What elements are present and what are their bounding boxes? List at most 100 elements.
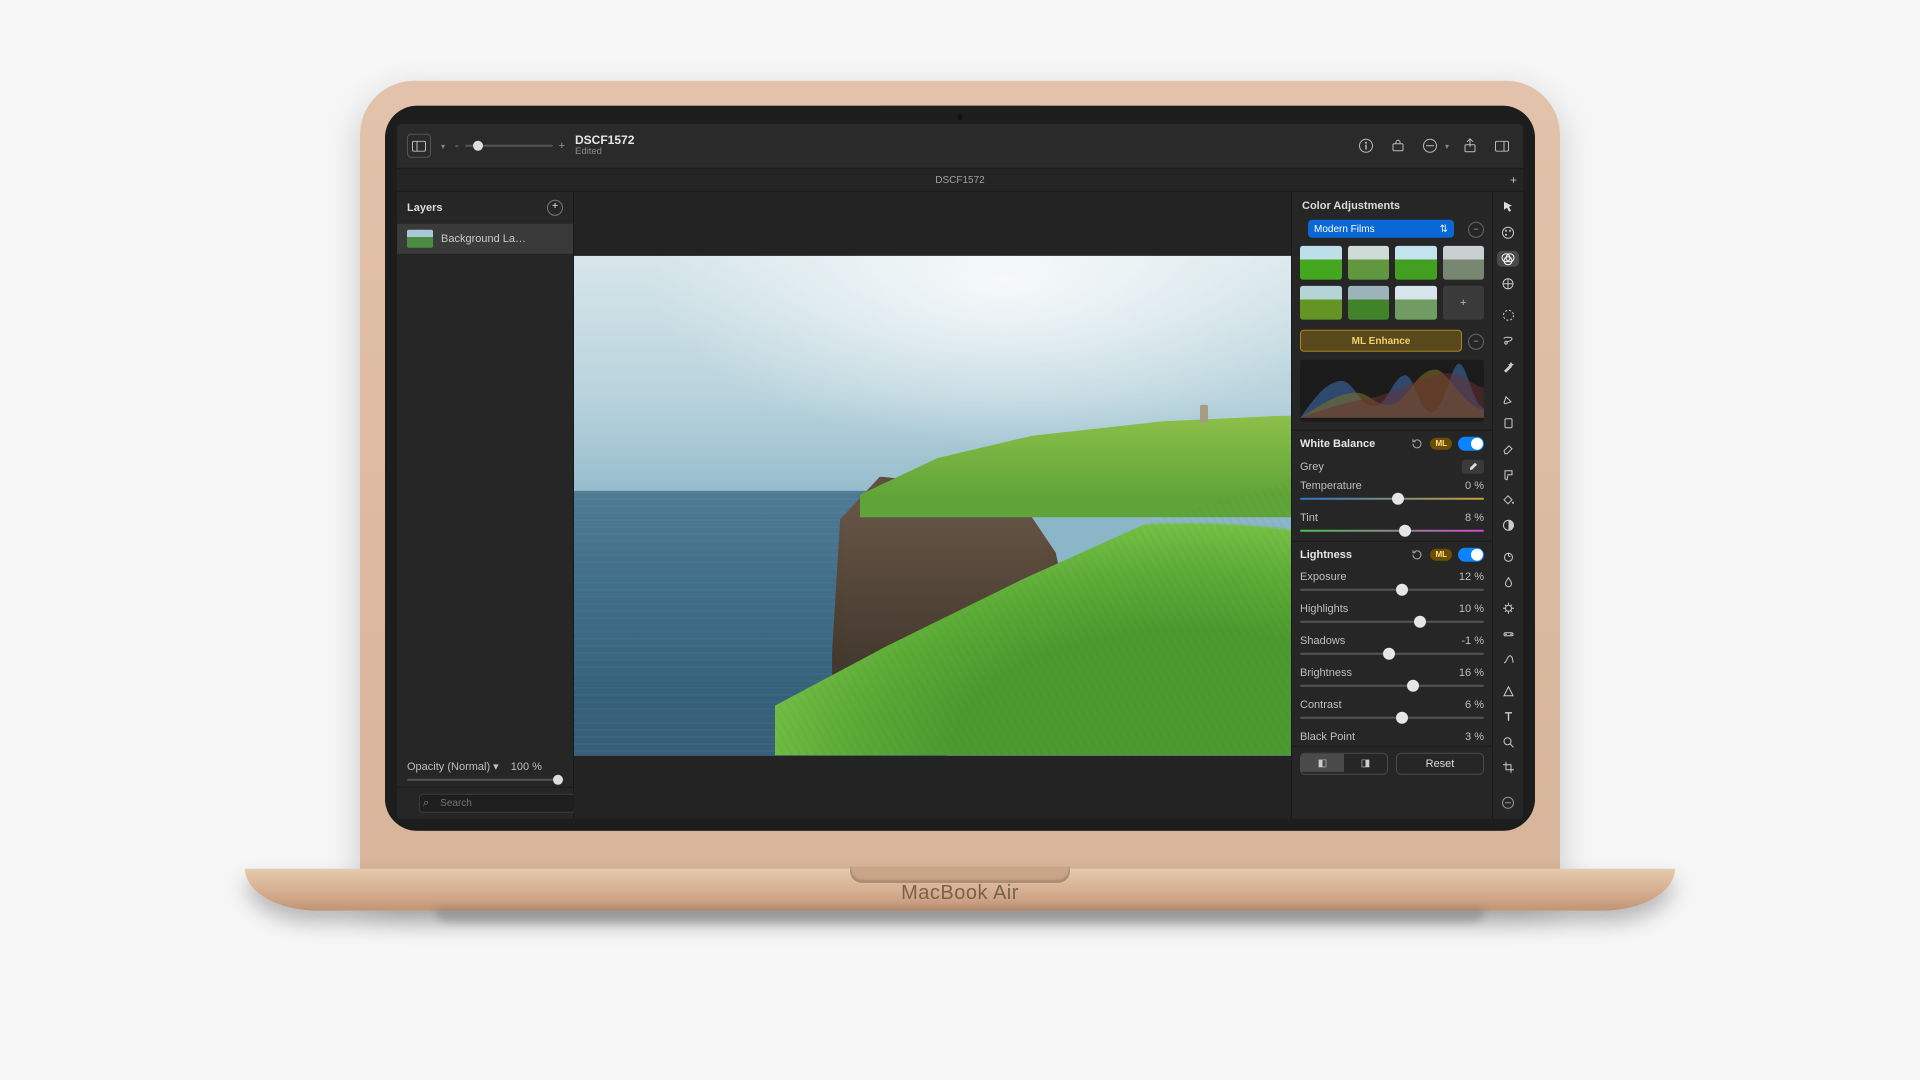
ml-chip[interactable]: ML bbox=[1430, 549, 1452, 561]
opacity-control[interactable]: Opacity (Normal) ▾ 100 % bbox=[397, 754, 573, 779]
replace-image-button[interactable] bbox=[1387, 135, 1409, 157]
smudge-tool[interactable] bbox=[1497, 575, 1519, 591]
laptop-base: MacBook Air bbox=[245, 869, 1675, 911]
zoom-out-label: - bbox=[455, 140, 459, 152]
style-tool[interactable] bbox=[1497, 225, 1519, 241]
add-layer-button[interactable]: + bbox=[547, 200, 563, 216]
preset-add-button[interactable]: + bbox=[1443, 286, 1485, 320]
eyedropper-button[interactable] bbox=[1462, 460, 1484, 474]
layer-search-input[interactable] bbox=[419, 794, 579, 813]
ml-enhance-button[interactable]: ML Enhance bbox=[1300, 330, 1462, 352]
paint-tool[interactable] bbox=[1497, 467, 1519, 483]
tint-label: Tint bbox=[1300, 512, 1318, 524]
zoom-slider[interactable]: - + bbox=[455, 140, 565, 152]
compare-before[interactable]: ◧ bbox=[1301, 754, 1344, 772]
preset-thumb[interactable] bbox=[1443, 246, 1485, 280]
slider-knob[interactable] bbox=[1392, 493, 1404, 505]
white-balance-toggle[interactable] bbox=[1458, 437, 1484, 451]
blackpoint-label: Black Point bbox=[1300, 731, 1355, 743]
inspector-toggle-button[interactable] bbox=[1491, 135, 1513, 157]
arrow-tool[interactable] bbox=[1497, 200, 1519, 216]
pen-tool[interactable] bbox=[1497, 390, 1519, 406]
reset-icon[interactable] bbox=[1410, 437, 1424, 451]
effects-button[interactable] bbox=[1419, 135, 1441, 157]
preset-thumb[interactable] bbox=[1395, 286, 1437, 320]
layer-row-background[interactable]: Background La… bbox=[397, 224, 573, 254]
slider-knob[interactable] bbox=[1396, 712, 1408, 724]
document-image[interactable] bbox=[574, 255, 1291, 755]
inspector-panel: Color Adjustments Modern Films ⇅ − bbox=[1291, 192, 1492, 819]
histogram bbox=[1300, 360, 1484, 422]
info-button[interactable] bbox=[1355, 135, 1377, 157]
exposure-value: 12 % bbox=[1459, 571, 1484, 583]
split-compare-segment[interactable]: ◧ ◨ bbox=[1300, 753, 1388, 775]
tab-label[interactable]: DSCF1572 bbox=[935, 174, 984, 185]
effects-tool[interactable] bbox=[1497, 276, 1519, 292]
shadows-slider[interactable] bbox=[1300, 650, 1484, 658]
add-tab-button[interactable]: + bbox=[1510, 173, 1517, 187]
canvas[interactable] bbox=[574, 192, 1291, 819]
preset-thumb[interactable] bbox=[1395, 246, 1437, 280]
gradient-tool[interactable] bbox=[1497, 518, 1519, 534]
preset-thumb[interactable] bbox=[1300, 246, 1342, 280]
slider-knob[interactable] bbox=[1407, 680, 1419, 692]
brightness-label: Brightness bbox=[1300, 667, 1352, 679]
highlights-slider[interactable] bbox=[1300, 618, 1484, 626]
opacity-slider[interactable] bbox=[397, 779, 573, 787]
stage: ▾ - + DSCF1572 Edited bbox=[0, 0, 1920, 1080]
tint-slider[interactable] bbox=[1300, 527, 1484, 535]
fill-tool[interactable] bbox=[1497, 492, 1519, 508]
hide-ribbon-button[interactable] bbox=[1497, 795, 1519, 811]
slider-knob[interactable] bbox=[1383, 648, 1395, 660]
exposure-slider[interactable] bbox=[1300, 586, 1484, 594]
temperature-slider[interactable] bbox=[1300, 495, 1484, 503]
section-title: White Balance bbox=[1300, 438, 1375, 450]
highlights-label: Highlights bbox=[1300, 603, 1348, 615]
preset-thumb[interactable] bbox=[1300, 286, 1342, 320]
lightness-header: Lightness ML bbox=[1292, 541, 1492, 568]
magic-wand-tool[interactable] bbox=[1497, 359, 1519, 375]
tool-ribbon bbox=[1492, 192, 1523, 819]
share-button[interactable] bbox=[1459, 135, 1481, 157]
type-tool[interactable] bbox=[1497, 709, 1519, 725]
repair-tool[interactable] bbox=[1497, 626, 1519, 642]
preset-remove-button[interactable]: − bbox=[1468, 222, 1484, 238]
brush-tool[interactable] bbox=[1497, 416, 1519, 432]
contrast-slider[interactable] bbox=[1300, 714, 1484, 722]
preset-dropdown[interactable]: Modern Films ⇅ bbox=[1308, 220, 1454, 238]
ml-remove-button[interactable]: − bbox=[1468, 334, 1484, 350]
reset-icon[interactable] bbox=[1410, 548, 1424, 562]
shadows-label: Shadows bbox=[1300, 635, 1345, 647]
sharpen-tool[interactable] bbox=[1497, 601, 1519, 617]
lightness-toggle[interactable] bbox=[1458, 548, 1484, 562]
eraser-tool[interactable] bbox=[1497, 441, 1519, 457]
layer-search-row: ⌕ ⋯ bbox=[397, 787, 573, 819]
shadows-value: -1 % bbox=[1461, 635, 1484, 647]
marquee-tool[interactable] bbox=[1497, 308, 1519, 324]
zoom-track[interactable] bbox=[465, 145, 553, 147]
ml-chip[interactable]: ML bbox=[1430, 438, 1452, 450]
crop-tool[interactable] bbox=[1497, 760, 1519, 776]
slider-knob[interactable] bbox=[1396, 584, 1408, 596]
sidebar-toggle-button[interactable] bbox=[407, 134, 431, 158]
preset-thumb[interactable] bbox=[1348, 246, 1390, 280]
temperature-value: 0 % bbox=[1465, 480, 1484, 492]
slider-knob[interactable] bbox=[1414, 616, 1426, 628]
exposure-label: Exposure bbox=[1300, 571, 1346, 583]
preset-label: Modern Films bbox=[1314, 223, 1375, 234]
clone-tool[interactable] bbox=[1497, 550, 1519, 566]
slider-knob[interactable] bbox=[1399, 525, 1411, 537]
opacity-knob[interactable] bbox=[553, 775, 563, 785]
highlights-value: 10 % bbox=[1459, 603, 1484, 615]
zoom-tool[interactable] bbox=[1497, 734, 1519, 750]
preset-thumb[interactable] bbox=[1348, 286, 1390, 320]
zoom-knob[interactable] bbox=[473, 141, 483, 151]
reset-button[interactable]: Reset bbox=[1396, 753, 1484, 775]
shape-tool[interactable] bbox=[1497, 683, 1519, 699]
color-adjust-tool[interactable] bbox=[1497, 251, 1519, 267]
warp-tool[interactable] bbox=[1497, 652, 1519, 668]
grey-label: Grey bbox=[1300, 461, 1324, 473]
brightness-slider[interactable] bbox=[1300, 682, 1484, 690]
compare-after[interactable]: ◨ bbox=[1344, 754, 1387, 772]
lasso-tool[interactable] bbox=[1497, 333, 1519, 349]
